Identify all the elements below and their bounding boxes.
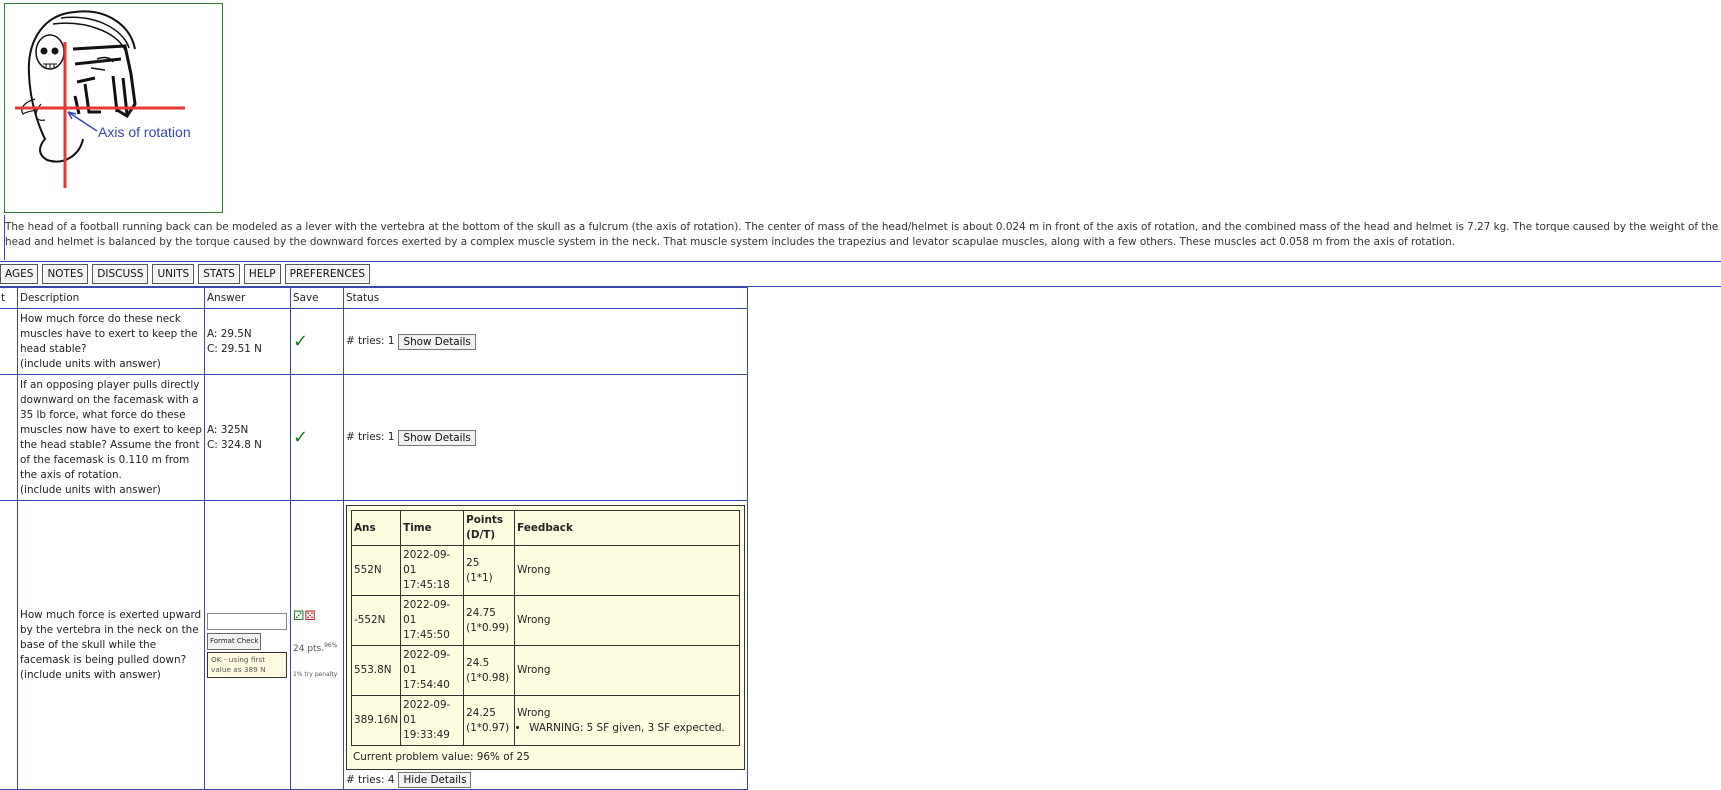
- submission-row: -552N 2022-09-01 17:45:50 24.75 (1*0.99) W…: [350, 595, 740, 646]
- col-part: t: [0, 287, 18, 309]
- axis-arrow: [67, 111, 98, 132]
- format-check-message: OK - using first value as 389 N: [207, 651, 287, 678]
- part-cell: [0, 308, 18, 375]
- checkmark-icon: ✓: [290, 374, 344, 501]
- current-problem-value: Current problem value: 96% of 25: [353, 751, 530, 763]
- answer-cell: A: 29.5N C: 29.51 N: [204, 308, 291, 375]
- save-cell: ⚂⚄ 24 pts.96% 1% try penalty: [290, 500, 344, 790]
- question-text: If an opposing player pulls directly dow…: [20, 378, 202, 481]
- sub-points: 24.5 (1*0.98): [463, 645, 516, 696]
- correct-answer: C: 324.8 N: [207, 438, 262, 451]
- sub-time: 2022-09-01 17:45:18: [400, 545, 465, 596]
- question-text: How much force is exerted upward by the …: [20, 608, 202, 666]
- answer-input[interactable]: [207, 612, 287, 630]
- answer-cell: A: 325N C: 324.8 N: [204, 374, 291, 501]
- col-feedback: Feedback: [514, 510, 740, 546]
- helmet-top: [74, 10, 136, 50]
- student-answer: A: 325N: [207, 423, 249, 436]
- hide-details-button[interactable]: Hide Details: [398, 772, 472, 788]
- problem-intro: The head of a football running back can …: [5, 221, 1719, 248]
- col-answer: Answer: [204, 287, 291, 309]
- sub-time: 2022-09-01 17:45:50: [400, 595, 465, 646]
- show-details-button[interactable]: Show Details: [398, 429, 476, 446]
- student-answer: A: 29.5N: [207, 327, 252, 340]
- sub-ans: 389.16N: [350, 695, 402, 746]
- table-header-row: t Description Answer Save Status: [0, 287, 748, 309]
- submission-table: Ans Time Points (D/T) Feedback 552N 2022…: [350, 510, 740, 746]
- question-description: How much force is exerted upward by the …: [17, 500, 205, 790]
- col-description: Description: [17, 287, 205, 309]
- checkmark-icon: ✓: [290, 308, 344, 375]
- dice-icon[interactable]: ⚂⚄: [293, 609, 341, 624]
- submission-row: 389.16N 2022-09-01 19:33:49 24.25 (1*0.97)…: [350, 695, 740, 746]
- units-note: (include units with answer): [20, 668, 161, 681]
- nav-help-button[interactable]: HELP: [243, 264, 281, 284]
- helmet-figure: Axis of rotation: [4, 3, 223, 213]
- sub-time: 2022-09-01 17:54:40: [400, 645, 465, 696]
- nav-units-button[interactable]: UNITS: [152, 264, 195, 284]
- units-note: (include units with answer): [20, 357, 161, 370]
- status-cell: # tries: 1 Show Details: [343, 308, 748, 375]
- sub-points: 24.25 (1*0.97): [463, 695, 516, 746]
- tries-count: # tries: 1: [346, 335, 395, 347]
- helmet-shell: [27, 11, 84, 163]
- problem-nav: AGES NOTES DISCUSS UNITS STATS HELP PREF…: [0, 264, 370, 284]
- sub-ans: 552N: [350, 545, 402, 596]
- nav-preferences-button[interactable]: PREFERENCES: [284, 264, 370, 284]
- sub-feedback: Wrong WARNING: 5 SF given, 3 SF expected…: [514, 695, 740, 746]
- col-points: Points (D/T): [463, 510, 516, 546]
- col-time: Time: [400, 510, 465, 546]
- table-row: How much force do these neck muscles hav…: [0, 308, 748, 375]
- tries-count: # tries: 1: [346, 431, 395, 443]
- sub-feedback: Wrong: [514, 645, 740, 696]
- col-status: Status: [343, 287, 748, 309]
- table-row: If an opposing player pulls directly dow…: [0, 374, 748, 501]
- answer-cell: Format Check OK - using first value as 3…: [204, 500, 291, 790]
- correct-answer: C: 29.51 N: [207, 342, 262, 355]
- try-penalty: 1% try penalty: [293, 670, 338, 678]
- question-description: How much force do these neck muscles hav…: [17, 308, 205, 375]
- format-check-button[interactable]: Format Check: [207, 632, 262, 650]
- sub-feedback: Wrong: [514, 545, 740, 596]
- part-cell: [0, 500, 18, 790]
- submission-header-row: Ans Time Points (D/T) Feedback: [350, 510, 740, 546]
- sub-ans: 553.8N: [350, 645, 402, 696]
- submission-row: 552N 2022-09-01 17:45:18 25 (1*1) Wrong: [350, 545, 740, 596]
- divider-top: [0, 261, 1721, 262]
- warning-list: WARNING: 5 SF given, 3 SF expected.: [517, 721, 737, 736]
- status-cell: # tries: 1 Show Details: [343, 374, 748, 501]
- sub-time: 2022-09-01 19:33:49: [400, 695, 465, 746]
- nav-notes-button[interactable]: NOTES: [42, 264, 89, 284]
- sub-feedback: Wrong: [514, 595, 740, 646]
- part-cell: [0, 374, 18, 501]
- col-save: Save: [290, 287, 344, 309]
- skull-logo-icon: [35, 34, 65, 70]
- nav-stats-button[interactable]: STATS: [198, 264, 240, 284]
- col-ans: Ans: [350, 510, 402, 546]
- facemask-icon: [72, 44, 137, 119]
- helmet-diagram: Axis of rotation: [15, 10, 191, 188]
- question-text: How much force do these neck muscles hav…: [20, 312, 198, 355]
- submission-history: Ans Time Points (D/T) Feedback 552N 2022…: [346, 505, 745, 770]
- tries-row: # tries: 4 Hide Details: [346, 772, 745, 788]
- nav-messages-button[interactable]: AGES: [0, 264, 39, 284]
- face-nose: [90, 67, 106, 71]
- sub-points: 24.75 (1*0.99): [463, 595, 516, 646]
- sf-warning: WARNING: 5 SF given, 3 SF expected.: [529, 721, 737, 736]
- units-note: (include units with answer): [20, 483, 161, 496]
- show-details-button[interactable]: Show Details: [398, 333, 476, 350]
- nav-discuss-button[interactable]: DISCUSS: [92, 264, 149, 284]
- submission-row: 553.8N 2022-09-01 17:54:40 24.5 (1*0.98) W…: [350, 645, 740, 696]
- sub-ans: -552N: [350, 595, 402, 646]
- question-description: If an opposing player pulls directly dow…: [17, 374, 205, 501]
- table-row: How much force is exerted upward by the …: [0, 500, 748, 790]
- points-label: 24 pts.96%: [293, 641, 338, 654]
- status-cell: Ans Time Points (D/T) Feedback 552N 2022…: [343, 500, 748, 790]
- sub-points: 25 (1*1): [463, 545, 516, 596]
- problem-table: t Description Answer Save Status How muc…: [0, 287, 748, 790]
- tries-count: # tries: 4: [346, 773, 395, 786]
- axis-caption: Axis of rotation: [98, 124, 191, 140]
